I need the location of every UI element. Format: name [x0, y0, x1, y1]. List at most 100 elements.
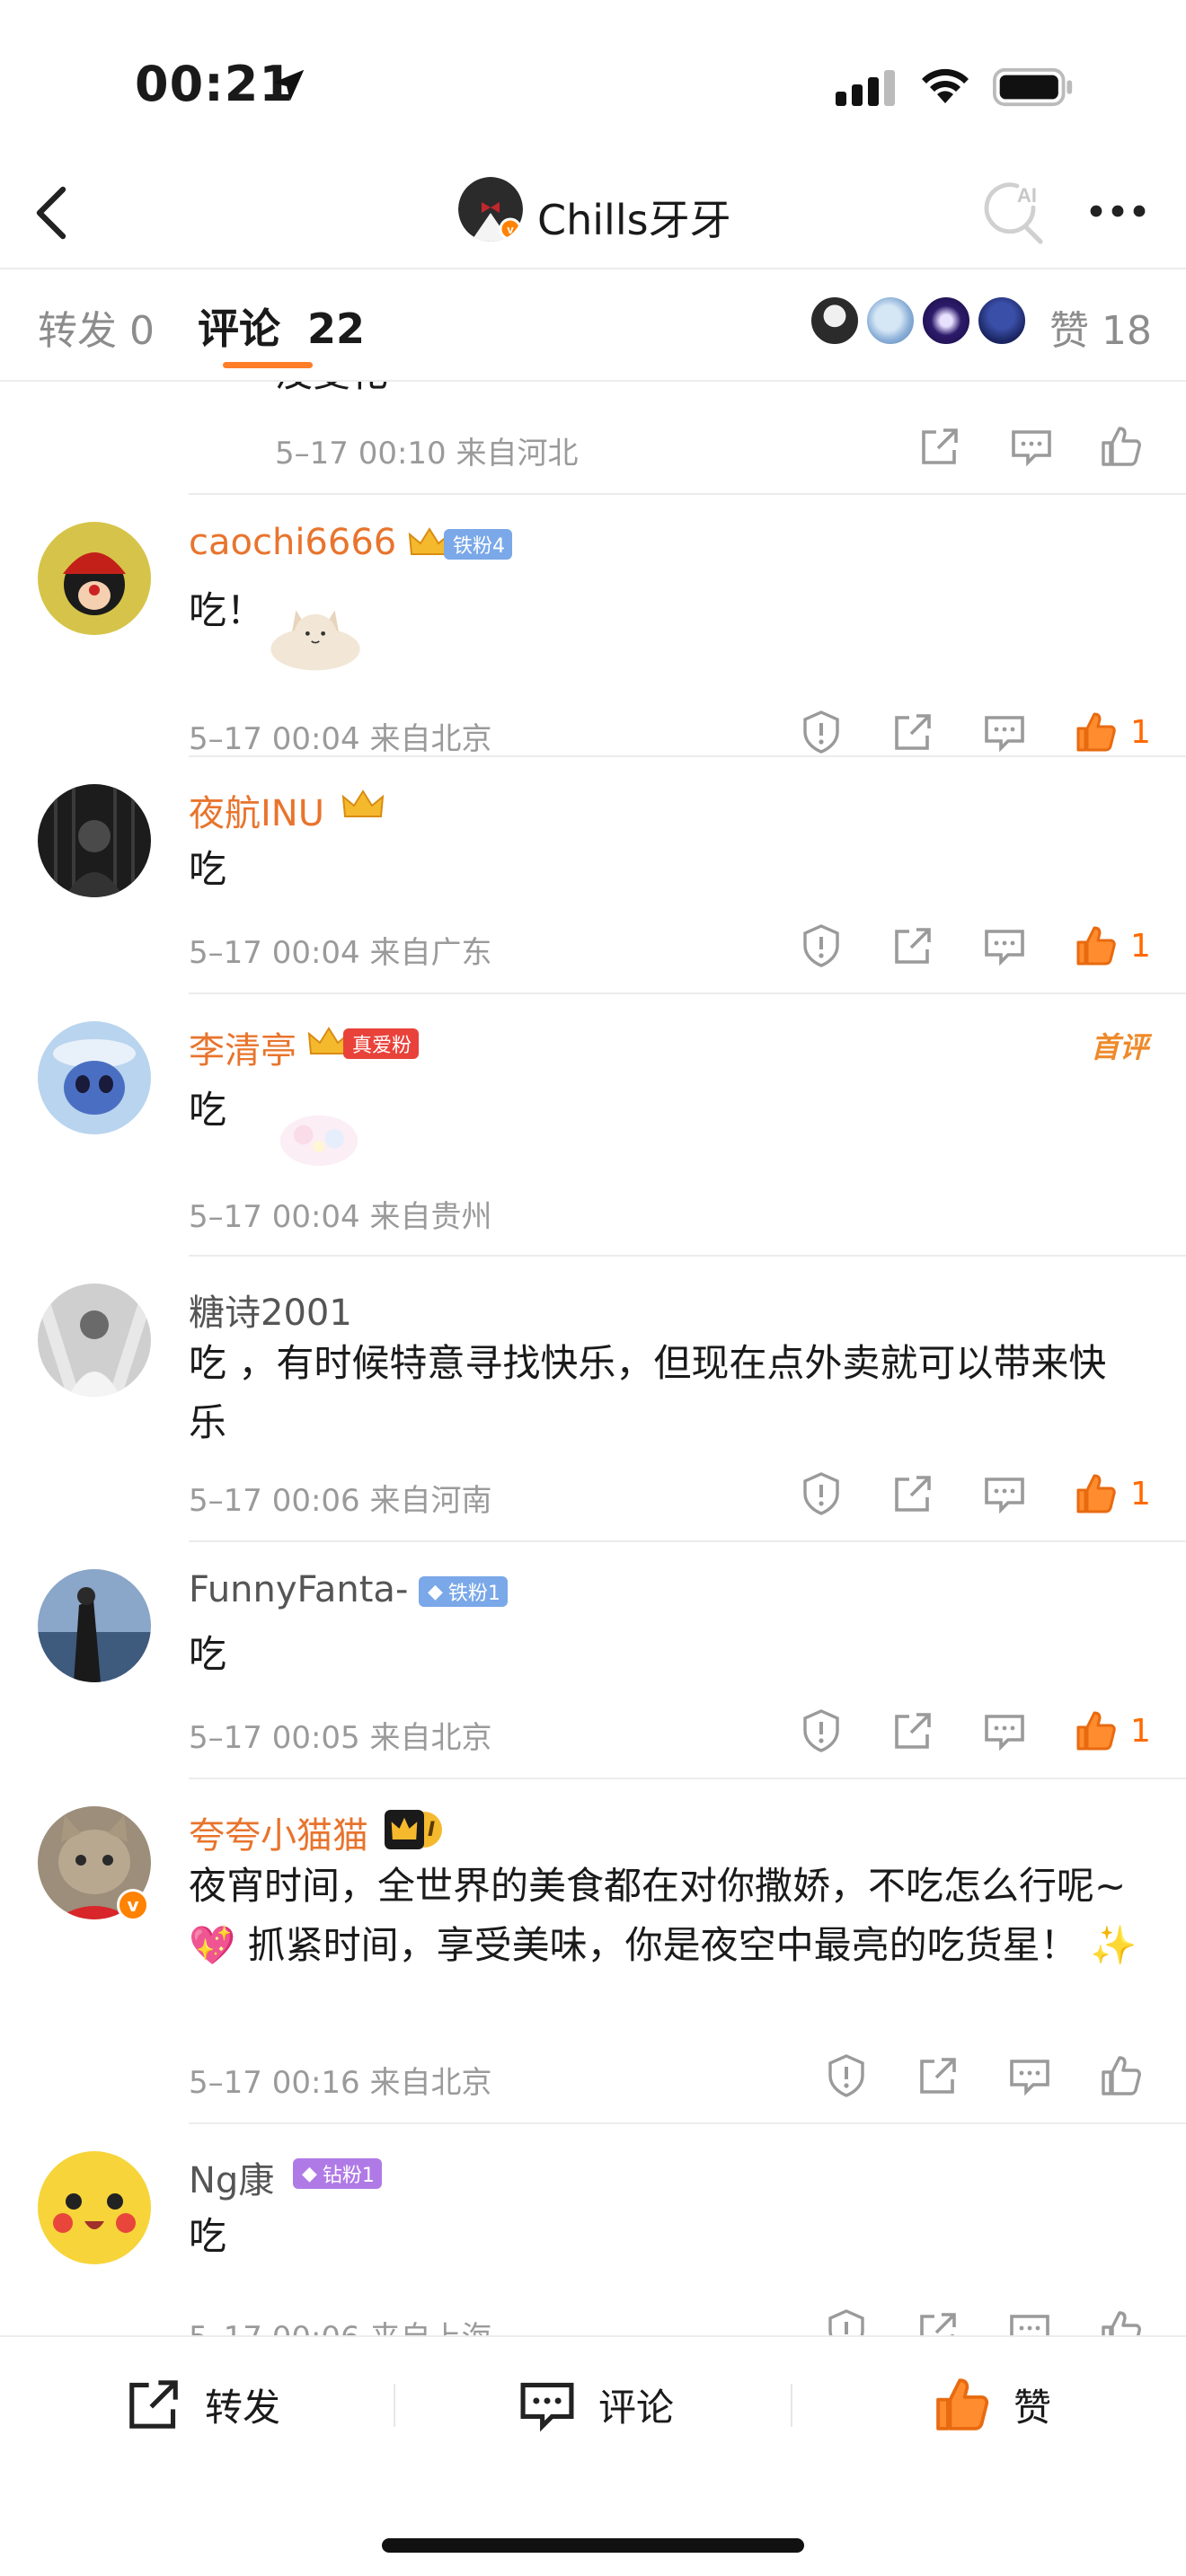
svg-text:v: v	[507, 223, 514, 236]
divider	[791, 2384, 792, 2427]
user-avatar[interactable]	[38, 2151, 151, 2264]
tab-likes[interactable]: 赞 18	[1049, 298, 1152, 356]
username[interactable]: Ng康	[189, 2151, 274, 2203]
tab-repost[interactable]: 转发 0	[38, 298, 155, 356]
comment-item[interactable]: 夜航INU 吃 5–17 00:04 来自广东 1	[0, 757, 1186, 994]
verified-badge-icon: v	[117, 1889, 149, 1921]
report-icon[interactable]	[798, 1470, 845, 1517]
share-icon	[129, 2380, 178, 2429]
user-avatar[interactable]	[38, 522, 151, 635]
fan-badge-label: 钻粉1	[322, 2165, 375, 2187]
reply-icon[interactable]	[981, 1707, 1028, 1754]
reply-icon[interactable]	[981, 1470, 1028, 1517]
like-button[interactable]: 赞	[931, 2371, 1051, 2438]
author-name[interactable]: Chills牙牙	[537, 188, 731, 247]
fan-badge: ◆ 钻粉1	[293, 2158, 382, 2189]
username[interactable]: caochi6666	[189, 522, 396, 563]
liker-avatar	[864, 295, 916, 347]
comment-text: 吃 ，有时候特意寻找快乐，但现在点外卖就可以带来快乐	[189, 1341, 1107, 1444]
fan-badge: I	[385, 1810, 443, 1849]
share-icon[interactable]	[890, 1707, 936, 1754]
author-avatar[interactable]: v	[458, 177, 523, 242]
share-icon[interactable]	[916, 423, 963, 470]
like-count: 1	[1130, 1476, 1151, 1513]
home-indicator[interactable]	[382, 2538, 804, 2553]
like-icon-active[interactable]	[1073, 1470, 1120, 1517]
username[interactable]: 李清亭	[189, 1021, 296, 1073]
username[interactable]: 糖诗2001	[189, 1284, 352, 1336]
repost-button[interactable]: 转发	[122, 2371, 280, 2438]
wifi-icon	[922, 68, 969, 103]
comment-text: 吃	[189, 2214, 227, 2258]
location-arrow-icon	[272, 69, 305, 101]
comment-item[interactable]: FunnyFanta- ◆ 铁粉1 吃 5–17 00:05 来自北京 1	[0, 1542, 1186, 1779]
liker-avatars[interactable]	[809, 295, 1042, 350]
user-avatar[interactable]	[38, 1284, 151, 1397]
comment-button[interactable]: 评论	[516, 2371, 674, 2438]
user-avatar[interactable]	[38, 784, 151, 897]
like-icon-active[interactable]	[1073, 922, 1120, 969]
share-icon[interactable]	[890, 1470, 936, 1517]
comment-item[interactable]: caochi6666 铁粉4 吃！ 5–17 00:04 来自北京 1	[0, 495, 1186, 757]
comment-item[interactable]: 糖诗2001 吃 ，有时候特意寻找快乐，但现在点外卖就可以带来快乐 5–17 0…	[0, 1257, 1186, 1542]
reply-icon[interactable]	[1006, 2307, 1053, 2335]
comment-text: 吃	[189, 847, 227, 891]
username[interactable]: FunnyFanta-	[189, 1569, 408, 1610]
share-icon[interactable]	[915, 2052, 961, 2099]
report-icon[interactable]	[798, 1707, 845, 1754]
username[interactable]: 夜航INU	[189, 784, 324, 836]
more-options-icon[interactable]	[1085, 193, 1150, 229]
reply-icon[interactable]	[981, 709, 1028, 755]
comment-meta: 5–17 00:04 来自广东	[189, 935, 492, 971]
report-icon[interactable]	[798, 922, 845, 969]
comment-item[interactable]: v 夸夸小猫猫 I 夜宵时间，全世界的美食都在对你撒娇，不吃怎么行呢~💖 抓紧时…	[0, 1779, 1186, 2124]
username[interactable]: 夸夸小猫猫	[189, 1806, 368, 1858]
diamond-icon: ◆	[428, 1580, 443, 1603]
fan-badge: 真爱粉	[343, 1028, 420, 1059]
bottom-action-bar: 转发 评论 赞	[0, 2335, 1186, 2470]
fan-badge-label: 铁粉4	[453, 535, 505, 558]
like-icon-active[interactable]	[1073, 709, 1120, 755]
reply-icon[interactable]	[1006, 2052, 1053, 2099]
like-icon[interactable]	[1098, 2307, 1145, 2335]
tab-comments-label: 评论	[198, 304, 280, 353]
like-icon[interactable]	[1098, 423, 1145, 470]
share-icon[interactable]	[915, 2307, 961, 2335]
like-count: 1	[1130, 928, 1151, 965]
tab-comments[interactable]: 评论 22	[198, 296, 365, 356]
like-count: 1	[1130, 714, 1151, 751]
fan-crown-icon	[341, 790, 385, 817]
comment-item-partial: 没变化 5–17 00:10 来自河北	[0, 382, 1186, 495]
like-icon-active[interactable]	[1073, 1707, 1120, 1754]
share-icon[interactable]	[890, 709, 936, 755]
fan-badge: ◆ 铁粉1	[419, 1576, 508, 1607]
ai-label: AI	[1017, 184, 1037, 207]
comment-item[interactable]: 李清亭 真爱粉 首评 吃 5–17 00:04 来自贵州	[0, 994, 1186, 1257]
ai-search-icon[interactable]: AI	[978, 177, 1049, 249]
tab-comments-count: 22	[307, 304, 366, 353]
cat-sticker-image	[270, 610, 360, 671]
reply-icon[interactable]	[1008, 423, 1055, 470]
user-avatar[interactable]	[38, 1021, 151, 1134]
comment-label: 评论	[598, 2385, 675, 2430]
report-icon[interactable]	[823, 2307, 870, 2335]
repost-label: 转发	[205, 2385, 281, 2430]
like-count: 1	[1130, 1713, 1151, 1750]
share-icon[interactable]	[890, 922, 936, 969]
comment-meta: 5–17 00:04 来自北京	[189, 721, 492, 757]
fan-badge-label: 真爱粉	[352, 1035, 412, 1057]
report-icon[interactable]	[798, 709, 845, 755]
tabs-bar: 转发 0 评论 22 赞 18	[0, 269, 1186, 382]
like-icon[interactable]	[1098, 2052, 1145, 2099]
back-chevron-icon[interactable]	[31, 184, 70, 242]
comment-list[interactable]: 没变化 5–17 00:10 来自河北 caochi6666 铁粉4 吃！	[0, 382, 1186, 2335]
weibo-comments-screen: 00:21 v Chills牙牙 AI 转发 0 评论 22 赞 18 5–17…	[0, 0, 1186, 2576]
diamond-icon: ◆	[302, 2162, 317, 2185]
report-icon[interactable]	[823, 2052, 870, 2099]
status-bar: 00:21	[0, 0, 1186, 157]
reply-icon[interactable]	[981, 922, 1028, 969]
comment-item[interactable]: Ng康 ◆钻粉1 吃 5–17 00:06 来自上海	[0, 2124, 1186, 2335]
fan-badge: 铁粉4	[444, 529, 512, 560]
comment-text: 吃	[189, 1632, 227, 1676]
user-avatar[interactable]	[38, 1569, 151, 1682]
